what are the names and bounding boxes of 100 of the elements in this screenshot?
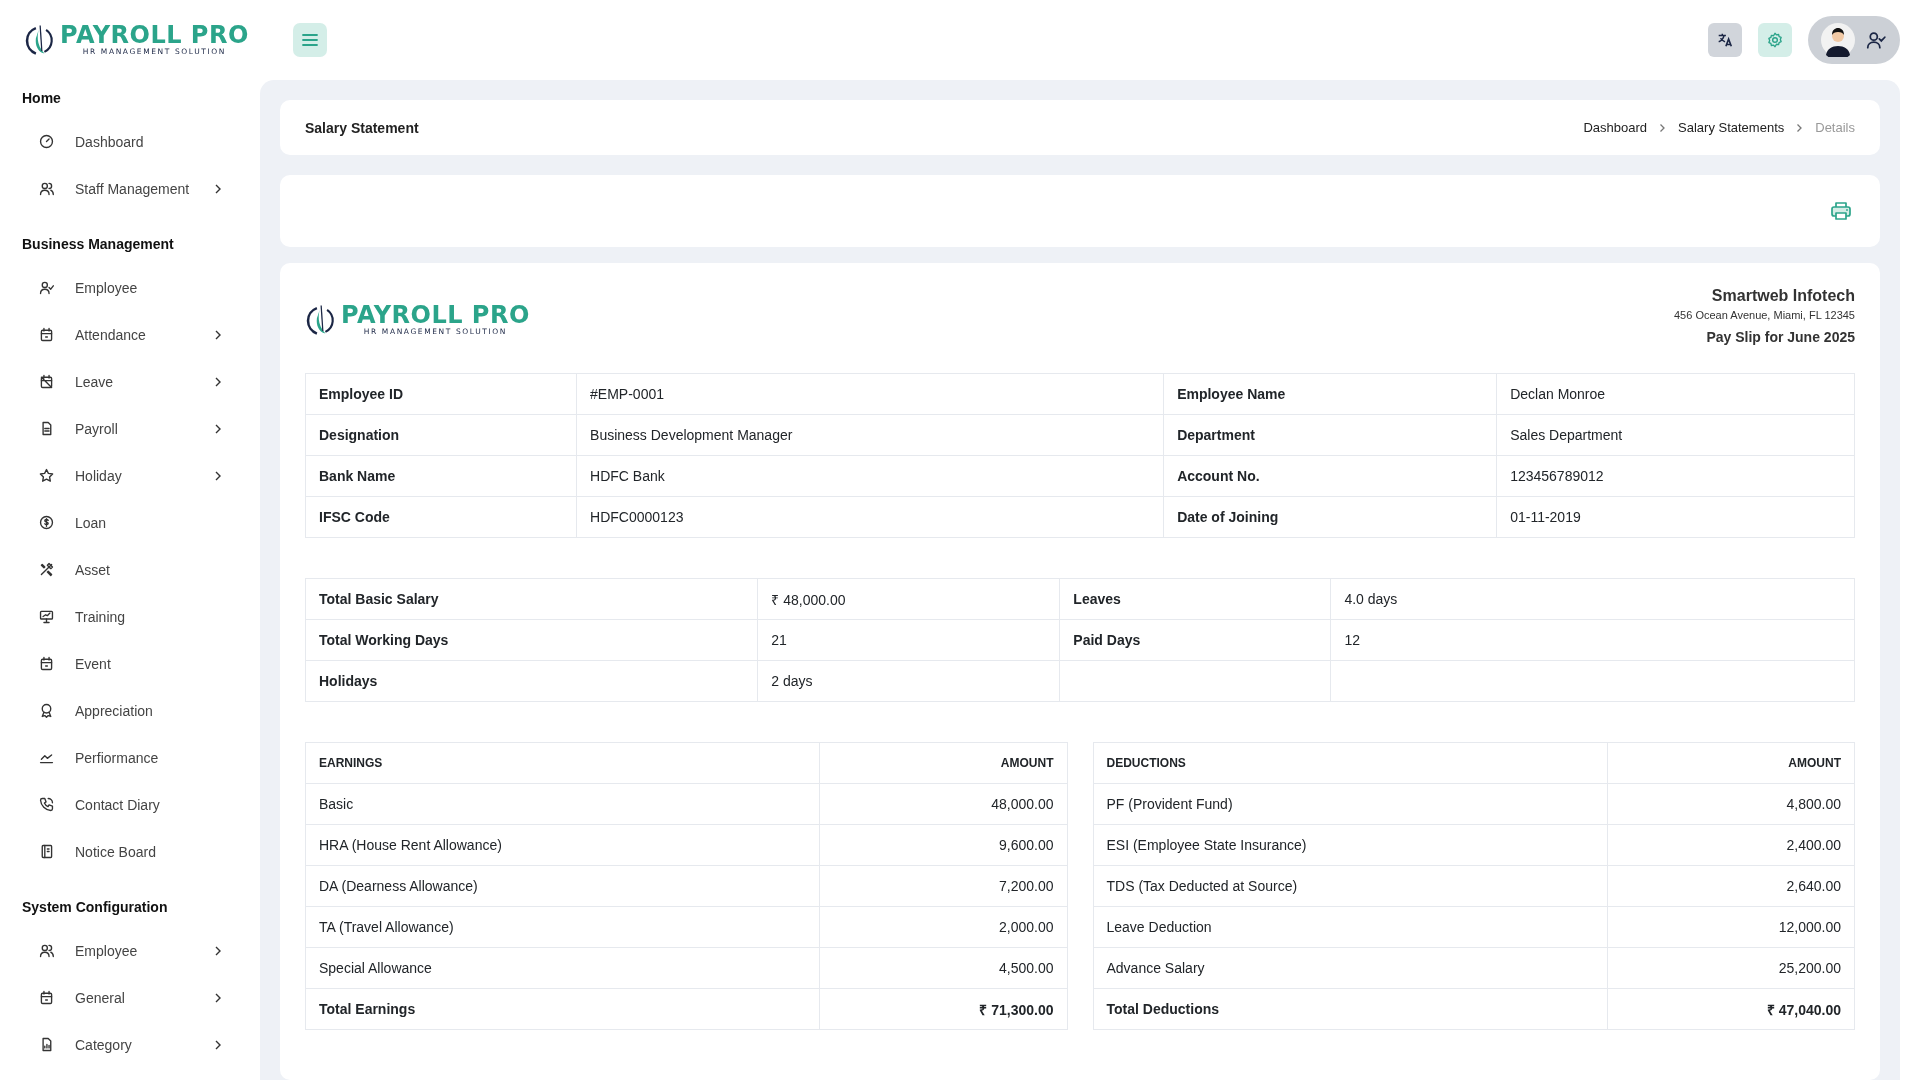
field-value: 12 bbox=[1330, 619, 1855, 661]
sidebar-item[interactable]: Dashboard bbox=[22, 118, 238, 165]
sidebar-item[interactable]: Training bbox=[22, 593, 238, 640]
calendar-icon bbox=[38, 655, 55, 672]
sidebar-item[interactable]: Leave bbox=[22, 358, 238, 405]
dollar-circle-icon bbox=[38, 514, 55, 531]
field-label: Designation bbox=[305, 414, 577, 456]
sidebar-item[interactable]: Asset bbox=[22, 546, 238, 593]
table-cell: ESI (Employee State Insurance) bbox=[1093, 824, 1607, 866]
sidebar-item[interactable]: Attendance bbox=[22, 311, 238, 358]
field-value: ₹ 48,000.00 bbox=[757, 578, 1060, 620]
breadcrumb-separator-icon bbox=[1796, 122, 1804, 133]
total-amount: ₹ 47,040.00 bbox=[1607, 988, 1855, 1030]
print-button[interactable] bbox=[1830, 201, 1852, 221]
sidebar-item[interactable]: Employee bbox=[22, 927, 238, 974]
sidebar-section-title: System Configuration bbox=[22, 898, 169, 917]
avatar-icon bbox=[1821, 23, 1855, 57]
phone-icon bbox=[38, 796, 55, 813]
table-cell: 25,200.00 bbox=[1607, 947, 1855, 989]
field-value: 01-11-2019 bbox=[1496, 496, 1855, 538]
star-icon bbox=[38, 467, 55, 484]
page-title: Salary Statement bbox=[305, 119, 420, 136]
field-label: IFSC Code bbox=[305, 496, 577, 538]
field-value: #EMP-0001 bbox=[576, 373, 1164, 415]
sidebar-item[interactable]: Contact Diary bbox=[22, 781, 238, 828]
total-label: Total Deductions bbox=[1093, 988, 1607, 1030]
field-value: Sales Department bbox=[1496, 414, 1855, 456]
field-label: Date of Joining bbox=[1163, 496, 1497, 538]
table-cell: Basic bbox=[305, 783, 820, 825]
logo-title: PAYROLL PRO bbox=[341, 303, 530, 327]
field-label: Department bbox=[1163, 414, 1497, 456]
field-label: Leaves bbox=[1059, 578, 1331, 620]
total-amount: ₹ 71,300.00 bbox=[819, 988, 1067, 1030]
gauge-icon bbox=[38, 133, 55, 150]
table-cell: 4,800.00 bbox=[1607, 783, 1855, 825]
field-value: HDFC Bank bbox=[576, 455, 1164, 497]
table-cell: HRA (House Rent Allowance) bbox=[305, 824, 820, 866]
breadcrumb-link[interactable]: Dashboard bbox=[1583, 120, 1648, 135]
field-value: 2 days bbox=[757, 660, 1060, 702]
sidebar-item[interactable]: Appreciation bbox=[22, 687, 238, 734]
users-icon bbox=[38, 942, 55, 959]
sidebar-item[interactable]: Event bbox=[22, 640, 238, 687]
sidebar-item[interactable]: General bbox=[22, 974, 238, 1021]
sidebar-section-title: Business Management bbox=[22, 235, 175, 254]
sidebar-section-title: Home bbox=[22, 89, 62, 108]
sidebar-item[interactable]: Holiday bbox=[22, 452, 238, 499]
table-cell: PF (Provident Fund) bbox=[1093, 783, 1607, 825]
table-cell: 9,600.00 bbox=[819, 824, 1067, 866]
table-cell: 12,000.00 bbox=[1607, 906, 1855, 948]
field-value: Declan Monroe bbox=[1496, 373, 1855, 415]
translate-button[interactable] bbox=[1708, 23, 1742, 57]
presentation-icon bbox=[38, 608, 55, 625]
table-cell: Special Allowance bbox=[305, 947, 820, 989]
menu-button[interactable] bbox=[292, 23, 327, 57]
field-label: Bank Name bbox=[305, 455, 577, 497]
column-header: AMOUNT bbox=[1607, 742, 1855, 784]
table-cell: Advance Salary bbox=[1093, 947, 1607, 989]
calendar-icon bbox=[38, 989, 55, 1006]
sidebar-item[interactable]: Employee bbox=[22, 264, 238, 311]
settings-button[interactable] bbox=[1758, 23, 1792, 57]
menu-icon bbox=[301, 33, 318, 47]
field-value: 21 bbox=[757, 619, 1060, 661]
calendar-icon bbox=[38, 326, 55, 343]
payslip-period: Pay Slip for June 2025 bbox=[1706, 329, 1855, 345]
settings-icon bbox=[1766, 31, 1784, 49]
company-address: 456 Ocean Avenue, Miami, FL 12345 bbox=[1674, 309, 1855, 321]
user-check-icon bbox=[1865, 29, 1887, 51]
breadcrumb-link[interactable]: Salary Statements bbox=[1678, 120, 1785, 135]
translate-icon bbox=[1716, 31, 1734, 49]
column-header: AMOUNT bbox=[819, 742, 1067, 784]
column-header: EARNINGS bbox=[305, 742, 820, 784]
user-check-icon bbox=[38, 279, 55, 296]
sidebar-item[interactable]: Staff Management bbox=[22, 165, 238, 212]
field-label: Paid Days bbox=[1059, 619, 1331, 661]
field-label: Holidays bbox=[305, 660, 758, 702]
field-value: 4.0 days bbox=[1330, 578, 1855, 620]
sidebar-item[interactable]: Loan bbox=[22, 499, 238, 546]
field-label: Total Basic Salary bbox=[305, 578, 758, 620]
sidebar-item[interactable]: Payroll bbox=[22, 405, 238, 452]
field-label: Employee Name bbox=[1163, 373, 1497, 415]
table-cell: 7,200.00 bbox=[819, 865, 1067, 907]
field-label: Account No. bbox=[1163, 455, 1497, 497]
sidebar-item[interactable]: Perfiormance bbox=[22, 734, 238, 781]
table-cell: TA (Travel Allowance) bbox=[305, 906, 820, 948]
total-label: Total Earnings bbox=[305, 988, 820, 1030]
profile-button[interactable] bbox=[1808, 16, 1900, 64]
calendar-off-icon bbox=[38, 373, 55, 390]
table-cell: 2,000.00 bbox=[819, 906, 1067, 948]
field-value: HDFC0000123 bbox=[576, 496, 1164, 538]
column-header: DEDUCTIONS bbox=[1093, 742, 1607, 784]
table-cell: TDS (Tax Deducted at Source) bbox=[1093, 865, 1607, 907]
sidebar-item[interactable]: Category bbox=[22, 1021, 238, 1068]
sidebar-item[interactable]: Notice Board bbox=[22, 828, 238, 875]
field-value: 123456789012 bbox=[1496, 455, 1855, 497]
tools-icon bbox=[38, 561, 55, 578]
table-cell: 48,000.00 bbox=[819, 783, 1067, 825]
breadcrumb-separator-icon bbox=[1659, 122, 1667, 133]
table-cell: 2,640.00 bbox=[1607, 865, 1855, 907]
logo-title: PAYROLL PRO bbox=[60, 23, 249, 47]
printer-icon bbox=[1830, 201, 1852, 221]
